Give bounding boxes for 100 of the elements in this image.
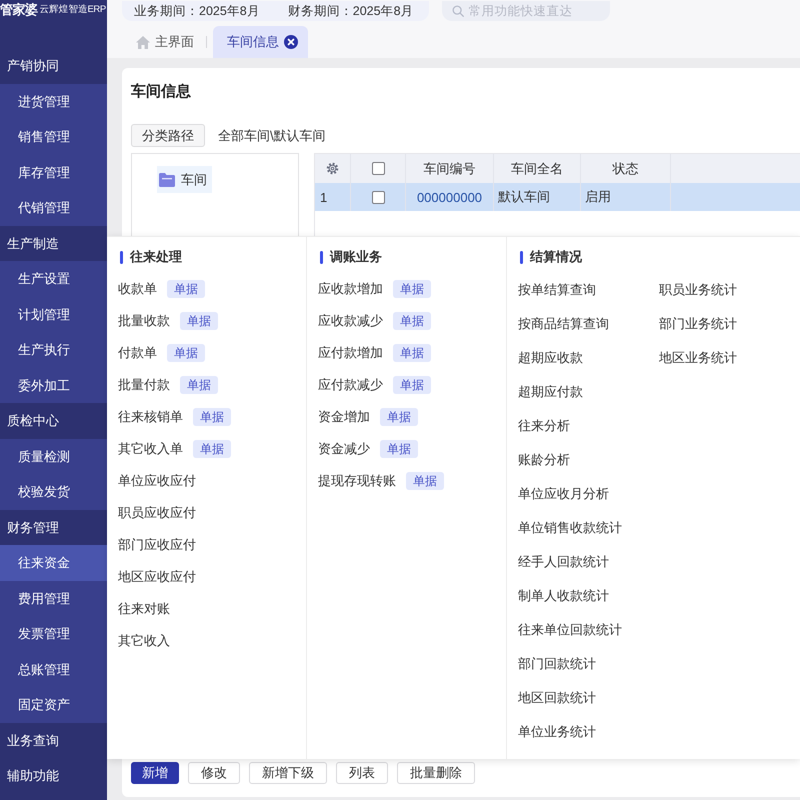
search-icon (452, 5, 464, 17)
menu-item[interactable]: 单位业务统计 (518, 723, 596, 741)
action-button[interactable]: 列表 (336, 762, 388, 784)
tree-item[interactable]: 车间 (157, 166, 212, 193)
menu-item[interactable]: 资金增加 (318, 408, 370, 426)
document-tag[interactable]: 单据 (380, 440, 418, 458)
close-icon[interactable] (284, 35, 298, 49)
menu-item[interactable]: 地区业务统计 (659, 349, 737, 367)
row-number: 1 (320, 190, 328, 204)
menu-item[interactable]: 地区回款统计 (518, 689, 596, 707)
period-text: 财务期间：2025年8月 (288, 2, 414, 20)
menu-item[interactable]: 制单人收款统计 (518, 587, 609, 605)
page-title: 车间信息 (131, 82, 191, 102)
document-tag[interactable]: 单据 (167, 280, 205, 298)
home-icon (136, 36, 150, 48)
period-text: 业务期间：2025年8月 (134, 2, 260, 20)
tab[interactable]: 车间信息 (213, 26, 308, 58)
menu-item[interactable]: 批量收款 (118, 312, 170, 330)
menu-item[interactable]: 部门应收应付 (118, 536, 196, 554)
sidebar-item[interactable]: 固定资产 (0, 687, 107, 722)
menu-item[interactable]: 往来单位回款统计 (518, 621, 622, 639)
table-cell: 启用 (585, 188, 611, 206)
document-tag[interactable]: 单据 (393, 344, 431, 362)
action-button[interactable]: 批量删除 (397, 762, 475, 784)
menu-item[interactable]: 按商品结算查询 (518, 315, 609, 333)
product-name: 云辉煌智造ERP (40, 3, 106, 17)
menu-item[interactable]: 往来对账 (118, 600, 170, 618)
document-tag[interactable]: 单据 (193, 440, 231, 458)
column-header[interactable]: 车间全名 (511, 160, 563, 178)
sidebar-item[interactable]: 库存管理 (0, 154, 107, 190)
menu-item[interactable]: 批量付款 (118, 376, 170, 394)
menu-item[interactable]: 超期应付款 (518, 383, 583, 401)
menu-item[interactable]: 应收款增加 (318, 280, 383, 298)
action-button[interactable]: 修改 (188, 762, 240, 784)
section-title: 往来处理 (130, 248, 182, 266)
checkbox[interactable] (372, 190, 384, 204)
code-link[interactable]: 000000000 (416, 190, 482, 204)
document-tag[interactable]: 单据 (393, 376, 431, 394)
menu-item[interactable]: 收款单 (118, 280, 157, 298)
section-marker-icon (320, 250, 323, 264)
menu-item[interactable]: 职员应收应付 (118, 504, 196, 522)
sidebar-item[interactable]: 进货管理 (0, 84, 107, 119)
menu-item[interactable]: 单位应收月分析 (518, 485, 609, 503)
sidebar-item[interactable]: 代销管理 (0, 190, 107, 226)
menu-item[interactable]: 付款单 (118, 344, 157, 362)
folder-icon (159, 172, 175, 186)
document-tag[interactable]: 单据 (193, 408, 231, 426)
menu-item[interactable]: 往来分析 (518, 417, 570, 435)
document-tag[interactable]: 单据 (167, 344, 205, 362)
document-tag[interactable]: 单据 (393, 312, 431, 330)
menu-item[interactable]: 超期应收款 (518, 349, 583, 367)
menu-item[interactable]: 经手人回款统计 (518, 553, 609, 571)
logo-text: 管家婆 (0, 2, 38, 18)
section-marker-icon (520, 250, 523, 264)
sidebar-item[interactable]: 总账管理 (0, 652, 107, 687)
sidebar-item[interactable]: 发票管理 (0, 616, 107, 652)
path-text: 全部车间\默认车间 (218, 126, 326, 144)
checkbox[interactable] (372, 162, 384, 175)
column-header[interactable]: 状态 (612, 160, 638, 178)
sidebar-item[interactable]: 销售管理 (0, 119, 107, 154)
category-path-button[interactable]: 分类路径 (131, 124, 205, 147)
document-tag[interactable]: 单据 (180, 376, 218, 394)
menu-item[interactable]: 往来核销单 (118, 408, 183, 426)
document-tag[interactable]: 单据 (406, 472, 444, 490)
sidebar-item[interactable]: 往来资金 (0, 545, 107, 580)
section-title: 结算情况 (530, 248, 582, 266)
menu-item[interactable]: 部门回款统计 (518, 655, 596, 673)
tab[interactable]: 主界面 (128, 26, 202, 58)
action-button[interactable]: 新增下级 (249, 762, 327, 784)
document-tag[interactable]: 单据 (380, 408, 418, 426)
menu-item[interactable]: 提现存现转账 (318, 472, 396, 490)
sidebar-item[interactable]: 质量检测 (0, 438, 107, 474)
menu-item[interactable]: 按单结算查询 (518, 281, 596, 299)
document-tag[interactable]: 单据 (180, 312, 218, 330)
sidebar-item[interactable]: 计划管理 (0, 296, 107, 332)
settings-icon[interactable] (326, 162, 339, 175)
menu-item[interactable]: 应收款减少 (318, 312, 383, 330)
menu-item[interactable]: 其它收入 (118, 632, 170, 650)
menu-item[interactable]: 地区应收应付 (118, 568, 196, 586)
section-marker-icon (120, 250, 123, 264)
sidebar-item[interactable]: 费用管理 (0, 580, 107, 616)
table-row[interactable]: 1 000000000 默认车间 启用 (315, 183, 800, 211)
menu-item[interactable]: 应付款增加 (318, 344, 383, 362)
menu-item[interactable]: 单位销售收款统计 (518, 519, 622, 537)
menu-item[interactable]: 其它收入单 (118, 440, 183, 458)
section-title: 调账业务 (330, 248, 382, 266)
menu-item[interactable]: 账龄分析 (518, 451, 570, 469)
sidebar-item[interactable]: 生产设置 (0, 261, 107, 296)
sidebar-item[interactable]: 委外加工 (0, 368, 107, 403)
add-button[interactable]: 新增 (131, 762, 179, 784)
menu-item[interactable]: 单位应收应付 (118, 472, 196, 490)
menu-item[interactable]: 部门业务统计 (659, 315, 737, 333)
document-tag[interactable]: 单据 (393, 280, 431, 298)
column-header[interactable]: 车间编号 (424, 160, 476, 178)
sidebar-item[interactable]: 生产执行 (0, 332, 107, 368)
menu-item[interactable]: 职员业务统计 (659, 281, 737, 299)
menu-item[interactable]: 应付款减少 (318, 376, 383, 394)
sidebar-item[interactable]: 校验发货 (0, 474, 107, 510)
table-cell: 默认车间 (498, 188, 550, 206)
menu-item[interactable]: 资金减少 (318, 440, 370, 458)
